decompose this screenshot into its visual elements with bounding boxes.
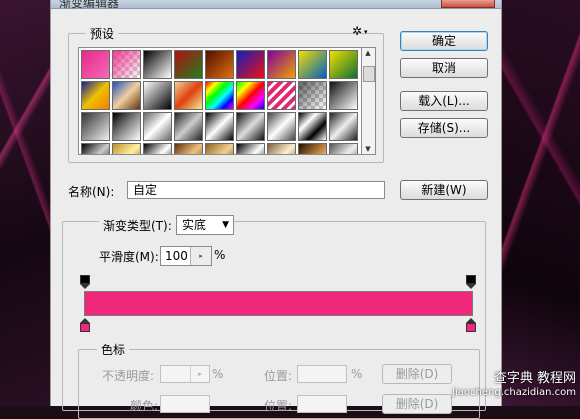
close-button[interactable]	[441, 0, 495, 8]
opacity-unit: %	[212, 367, 224, 381]
watermark-line1: 查字典 教程网	[493, 371, 576, 386]
preset-swatch[interactable]	[329, 50, 358, 79]
preset-swatch-grid	[78, 47, 362, 155]
location-unit: %	[351, 367, 363, 381]
preset-swatch[interactable]	[329, 81, 358, 110]
opacity-label: 不透明度:	[102, 369, 155, 383]
preset-swatch[interactable]	[81, 143, 110, 154]
smoothness-label: 平滑度(M):	[99, 250, 159, 264]
smoothness-value: 100	[165, 249, 188, 263]
gradient-type-select[interactable]: 实底 ▼	[176, 215, 234, 235]
preset-swatch[interactable]	[267, 50, 296, 79]
preset-swatch[interactable]	[112, 50, 141, 79]
load-button[interactable]: 载入(L)...	[400, 91, 488, 111]
opacity-stop-left[interactable]	[80, 275, 90, 289]
scroll-thumb[interactable]	[363, 66, 375, 82]
opacity-input[interactable]: ▸	[160, 365, 210, 383]
opacity-stop-right[interactable]	[466, 275, 476, 289]
background-right	[500, 0, 580, 406]
preset-swatch[interactable]	[143, 50, 172, 79]
preset-swatch[interactable]	[205, 143, 234, 154]
preset-swatch[interactable]	[205, 81, 234, 110]
chevron-down-icon: ▼	[222, 220, 229, 230]
smoothness-input[interactable]: 100 ▸	[160, 246, 212, 266]
color-swatch-input[interactable]	[160, 395, 210, 413]
preset-swatch[interactable]	[174, 50, 203, 79]
preset-swatch[interactable]	[267, 112, 296, 141]
smoothness-unit: %	[214, 248, 226, 262]
gear-icon[interactable]: ✲	[352, 24, 362, 38]
watermark-line2: jiaocheng.chazidian.com	[452, 387, 576, 398]
preset-swatch[interactable]	[267, 143, 296, 154]
preset-swatch[interactable]	[205, 112, 234, 141]
new-button[interactable]: 新建(W)	[400, 180, 488, 200]
preset-swatch[interactable]	[143, 143, 172, 154]
preset-swatch[interactable]	[143, 81, 172, 110]
preset-swatch[interactable]	[112, 81, 141, 110]
preset-swatch[interactable]	[174, 143, 203, 154]
location-label: 位置:	[264, 369, 293, 383]
gradient-type-label: 渐变类型(T):	[99, 217, 176, 234]
preset-swatch[interactable]	[236, 143, 265, 154]
presets-label: 预设	[86, 25, 119, 42]
preset-swatch[interactable]	[236, 112, 265, 141]
ok-button[interactable]: 确定	[400, 31, 488, 51]
preset-swatch[interactable]	[236, 81, 265, 110]
preset-swatch[interactable]	[81, 50, 110, 79]
gradient-preview-bar[interactable]	[84, 291, 473, 316]
preset-swatch[interactable]	[329, 143, 358, 154]
preset-swatch[interactable]	[112, 143, 141, 154]
preset-swatch[interactable]	[298, 81, 327, 110]
preset-swatch[interactable]	[236, 50, 265, 79]
preset-swatch[interactable]	[174, 112, 203, 141]
save-button[interactable]: 存储(S)...	[400, 118, 488, 138]
stepper-arrow-icon[interactable]: ▸	[190, 247, 211, 265]
chevron-down-icon[interactable]: ▾	[364, 28, 368, 36]
scroll-down-icon[interactable]: ▼	[362, 145, 374, 153]
watermark: 查字典 教程网 jiaocheng.chazidian.com	[440, 372, 580, 406]
preset-swatch[interactable]	[267, 81, 296, 110]
preset-swatch[interactable]	[174, 81, 203, 110]
window-title: 渐变编辑器	[59, 0, 120, 10]
cancel-button[interactable]: 取消	[400, 58, 488, 78]
stepper-arrow-icon[interactable]: ▸	[190, 366, 209, 382]
location2-input[interactable]	[297, 395, 347, 413]
name-input[interactable]: 自定	[127, 181, 385, 199]
preset-swatch[interactable]	[81, 112, 110, 141]
preset-swatch[interactable]	[298, 50, 327, 79]
preset-swatch[interactable]	[298, 143, 327, 154]
preset-swatch[interactable]	[112, 112, 141, 141]
preset-swatch[interactable]	[205, 50, 234, 79]
location-input[interactable]	[297, 365, 347, 383]
scroll-up-icon[interactable]: ▲	[362, 49, 374, 57]
presets-scrollbar[interactable]: ▲ ▼	[362, 47, 376, 155]
preset-swatch[interactable]	[81, 81, 110, 110]
color-stops-label: 色标	[97, 341, 130, 358]
name-label: 名称(N):	[68, 185, 115, 199]
color-stop-right[interactable]	[466, 318, 476, 332]
preset-swatch[interactable]	[329, 112, 358, 141]
preset-swatch[interactable]	[298, 112, 327, 141]
title-bar: 渐变编辑器	[51, 0, 501, 10]
color-stop-left[interactable]	[80, 318, 90, 332]
preset-swatch[interactable]	[143, 112, 172, 141]
gradient-type-value: 实底	[182, 218, 207, 232]
